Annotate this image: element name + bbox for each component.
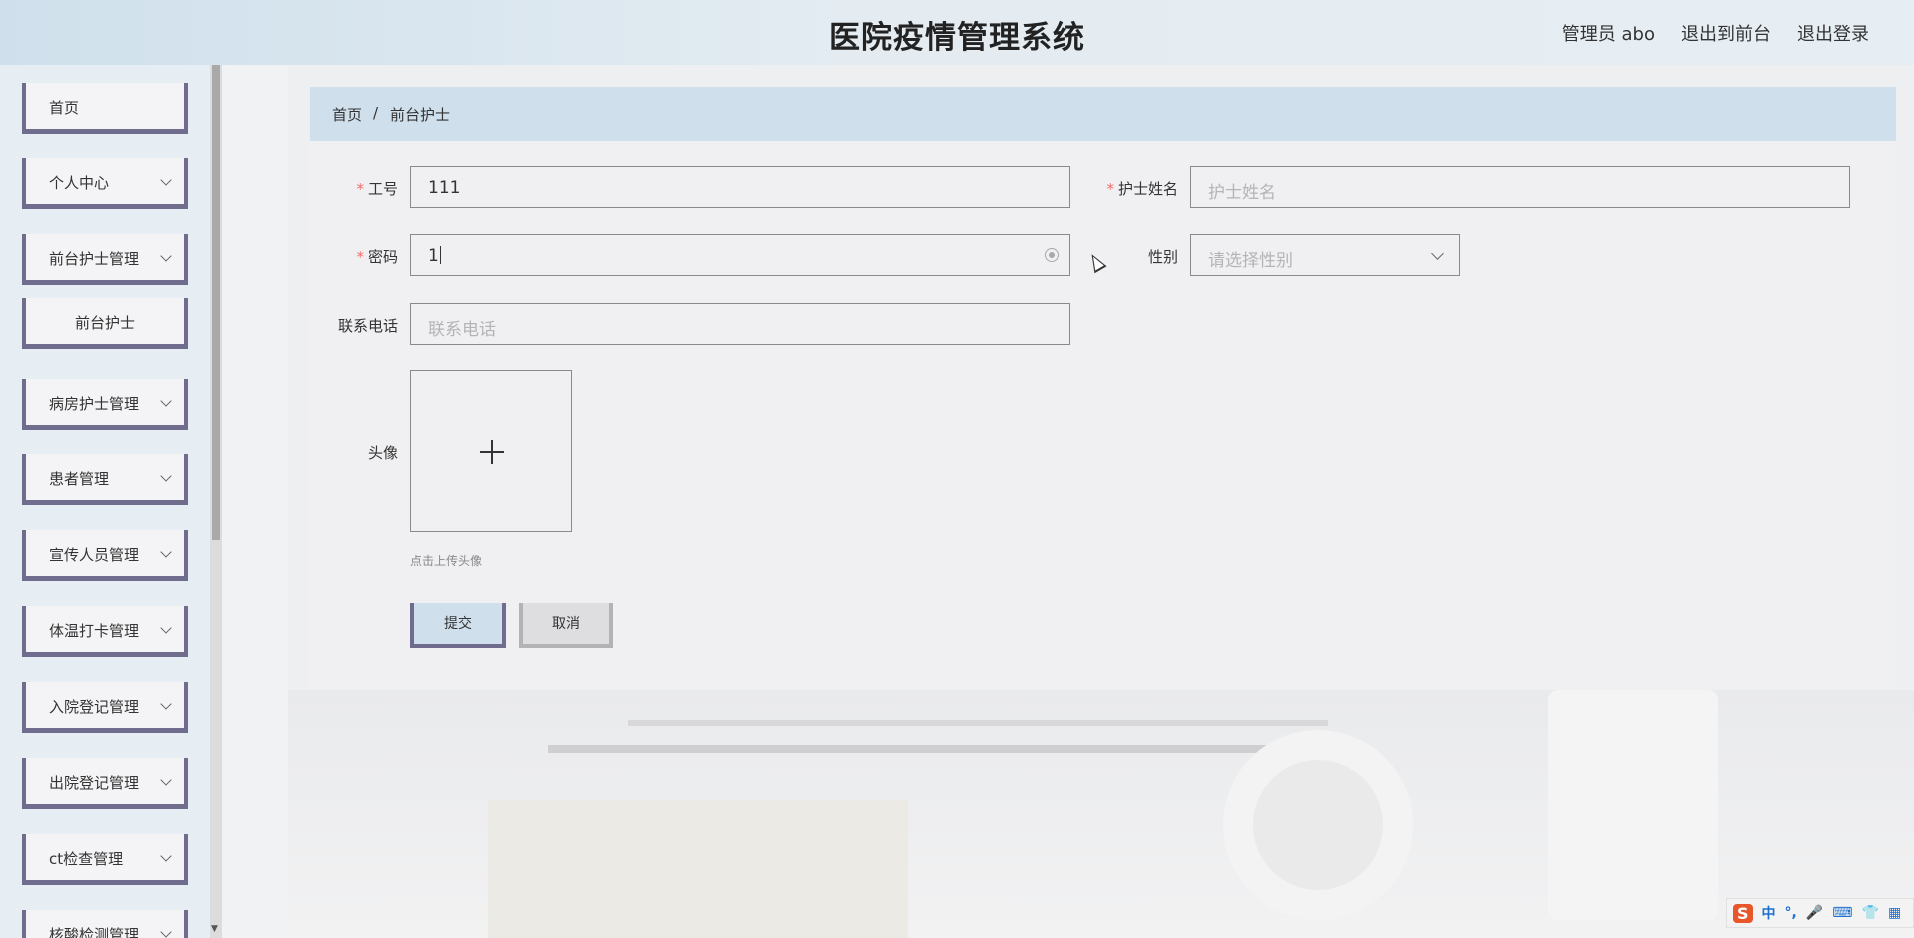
decor-cup bbox=[1548, 690, 1718, 920]
phone-placeholder: 联系电话 bbox=[428, 320, 496, 340]
nurse-name-label-text: 护士姓名 bbox=[1117, 180, 1178, 198]
gender-select[interactable]: 请选择性别 bbox=[1190, 234, 1460, 276]
cancel-button[interactable]: 取消 bbox=[519, 603, 613, 648]
sidebar-item-label: ct检查管理 bbox=[49, 850, 124, 868]
chevron-down-icon bbox=[160, 174, 172, 186]
sogou-logo-icon[interactable]: S bbox=[1733, 903, 1753, 923]
sidebar-item-label: 患者管理 bbox=[49, 470, 110, 488]
job-no-label: * 工号 bbox=[340, 178, 398, 199]
sidebar-item-nucleic-acid-test-management[interactable]: 核酸检测管理 bbox=[22, 910, 188, 938]
job-no-value: 111 bbox=[428, 178, 461, 198]
avatar-label-text: 头像 bbox=[367, 444, 398, 462]
decor-tape-roll bbox=[1223, 730, 1413, 920]
ime-toolbar[interactable]: S 中 °, 🎤 ⌨ 👕 ▦ bbox=[1726, 898, 1914, 928]
decor-shelf bbox=[628, 720, 1328, 726]
password-input[interactable]: 1 bbox=[410, 234, 1070, 276]
back-to-front-link[interactable]: 退出到前台 bbox=[1681, 20, 1771, 46]
chevron-down-icon bbox=[160, 926, 172, 938]
sidebar-item-label: 前台护士管理 bbox=[49, 250, 140, 268]
scroll-down-arrow-icon[interactable]: ▼ bbox=[211, 924, 218, 934]
sidebar-item-label: 病房护士管理 bbox=[49, 395, 140, 413]
chevron-down-icon bbox=[160, 546, 172, 558]
chevron-down-icon bbox=[1431, 247, 1444, 260]
logout-link[interactable]: 退出登录 bbox=[1797, 20, 1869, 46]
sidebar-item-label: 首页 bbox=[49, 99, 80, 117]
sidebar-item-ct-exam-management[interactable]: ct检查管理 bbox=[22, 834, 188, 885]
sidebar-item-publicity-staff-management[interactable]: 宣传人员管理 bbox=[22, 530, 188, 581]
required-asterisk: * bbox=[356, 248, 364, 266]
content-left-gutter bbox=[222, 65, 288, 938]
admin-user-label[interactable]: 管理员 abo bbox=[1562, 20, 1655, 46]
ime-punctuation-toggle[interactable]: °, bbox=[1785, 905, 1797, 921]
sidebar-scrollbar[interactable]: ▼ bbox=[210, 65, 222, 938]
text-caret bbox=[439, 246, 441, 264]
sidebar-item-label: 核酸检测管理 bbox=[49, 926, 140, 938]
chevron-down-icon bbox=[160, 774, 172, 786]
sidebar-item-discharge-management[interactable]: 出院登记管理 bbox=[22, 758, 188, 809]
sidebar-item-home[interactable]: 首页 bbox=[22, 83, 188, 134]
background-image bbox=[288, 690, 1914, 938]
avatar-upload[interactable] bbox=[410, 370, 572, 532]
sidebar-item-label: 出院登记管理 bbox=[49, 774, 140, 792]
required-asterisk: * bbox=[1106, 180, 1114, 198]
phone-label: 联系电话 bbox=[320, 315, 398, 336]
nurse-name-input[interactable]: 护士姓名 bbox=[1190, 166, 1850, 208]
decor-shelf bbox=[548, 745, 1308, 753]
phone-input[interactable]: 联系电话 bbox=[410, 303, 1070, 345]
decor-box bbox=[488, 800, 908, 938]
sidebar-item-label: 前台护士 bbox=[74, 314, 135, 332]
nurse-name-placeholder: 护士姓名 bbox=[1208, 183, 1276, 203]
nurse-name-label: * 护士姓名 bbox=[1090, 178, 1178, 199]
job-no-label-text: 工号 bbox=[367, 180, 398, 198]
plus-icon bbox=[491, 440, 493, 464]
password-label: * 密码 bbox=[340, 246, 398, 267]
password-value-text: 1 bbox=[428, 246, 439, 266]
microphone-icon[interactable]: 🎤 bbox=[1806, 905, 1823, 921]
gender-label-text: 性别 bbox=[1147, 248, 1178, 266]
breadcrumb-separator: / bbox=[373, 104, 379, 122]
skin-shirt-icon[interactable]: 👕 bbox=[1862, 905, 1879, 921]
sidebar: 首页 个人中心 前台护士管理 前台护士 病房护士管理 患者管理 宣传人员管理 体… bbox=[0, 65, 210, 938]
phone-label-text: 联系电话 bbox=[337, 317, 398, 335]
scrollbar-thumb[interactable] bbox=[212, 65, 220, 540]
sidebar-item-label: 体温打卡管理 bbox=[49, 622, 140, 640]
breadcrumb: 首页 / 前台护士 bbox=[310, 87, 1896, 141]
chevron-down-icon bbox=[160, 470, 172, 482]
toolbox-grid-icon[interactable]: ▦ bbox=[1888, 905, 1901, 921]
ime-mode-toggle[interactable]: 中 bbox=[1762, 903, 1776, 923]
top-header: 医院疫情管理系统 管理员 abo 退出到前台 退出登录 bbox=[0, 0, 1914, 65]
avatar-label: 头像 bbox=[340, 442, 398, 463]
chevron-down-icon bbox=[160, 698, 172, 710]
chevron-down-icon bbox=[160, 850, 172, 862]
show-password-icon[interactable] bbox=[1045, 248, 1059, 262]
breadcrumb-home[interactable]: 首页 bbox=[332, 104, 362, 125]
sidebar-item-admission-management[interactable]: 入院登记管理 bbox=[22, 682, 188, 733]
sidebar-item-label: 入院登记管理 bbox=[49, 698, 140, 716]
password-label-text: 密码 bbox=[367, 248, 398, 266]
sidebar-item-label: 宣传人员管理 bbox=[49, 546, 140, 564]
sidebar-item-front-nurse-management[interactable]: 前台护士管理 bbox=[22, 234, 188, 285]
job-no-input[interactable]: 111 bbox=[410, 166, 1070, 208]
sidebar-item-label: 个人中心 bbox=[49, 174, 110, 192]
sidebar-item-temperature-checkin-management[interactable]: 体温打卡管理 bbox=[22, 606, 188, 657]
keyboard-icon[interactable]: ⌨ bbox=[1832, 905, 1852, 921]
chevron-down-icon bbox=[160, 250, 172, 262]
submit-button[interactable]: 提交 bbox=[410, 603, 506, 648]
password-value: 1 bbox=[428, 246, 441, 266]
chevron-down-icon bbox=[160, 622, 172, 634]
breadcrumb-current: 前台护士 bbox=[390, 106, 451, 124]
gender-placeholder: 请选择性别 bbox=[1208, 251, 1293, 271]
avatar-upload-hint: 点击上传头像 bbox=[410, 554, 483, 568]
chevron-down-icon bbox=[160, 395, 172, 407]
required-asterisk: * bbox=[356, 180, 364, 198]
sidebar-item-patient-management[interactable]: 患者管理 bbox=[22, 454, 188, 505]
header-links: 管理员 abo 退出到前台 退出登录 bbox=[1562, 20, 1869, 46]
sidebar-item-ward-nurse-management[interactable]: 病房护士管理 bbox=[22, 379, 188, 430]
sidebar-subitem-front-nurse[interactable]: 前台护士 bbox=[22, 298, 188, 349]
sidebar-item-personal-center[interactable]: 个人中心 bbox=[22, 158, 188, 209]
